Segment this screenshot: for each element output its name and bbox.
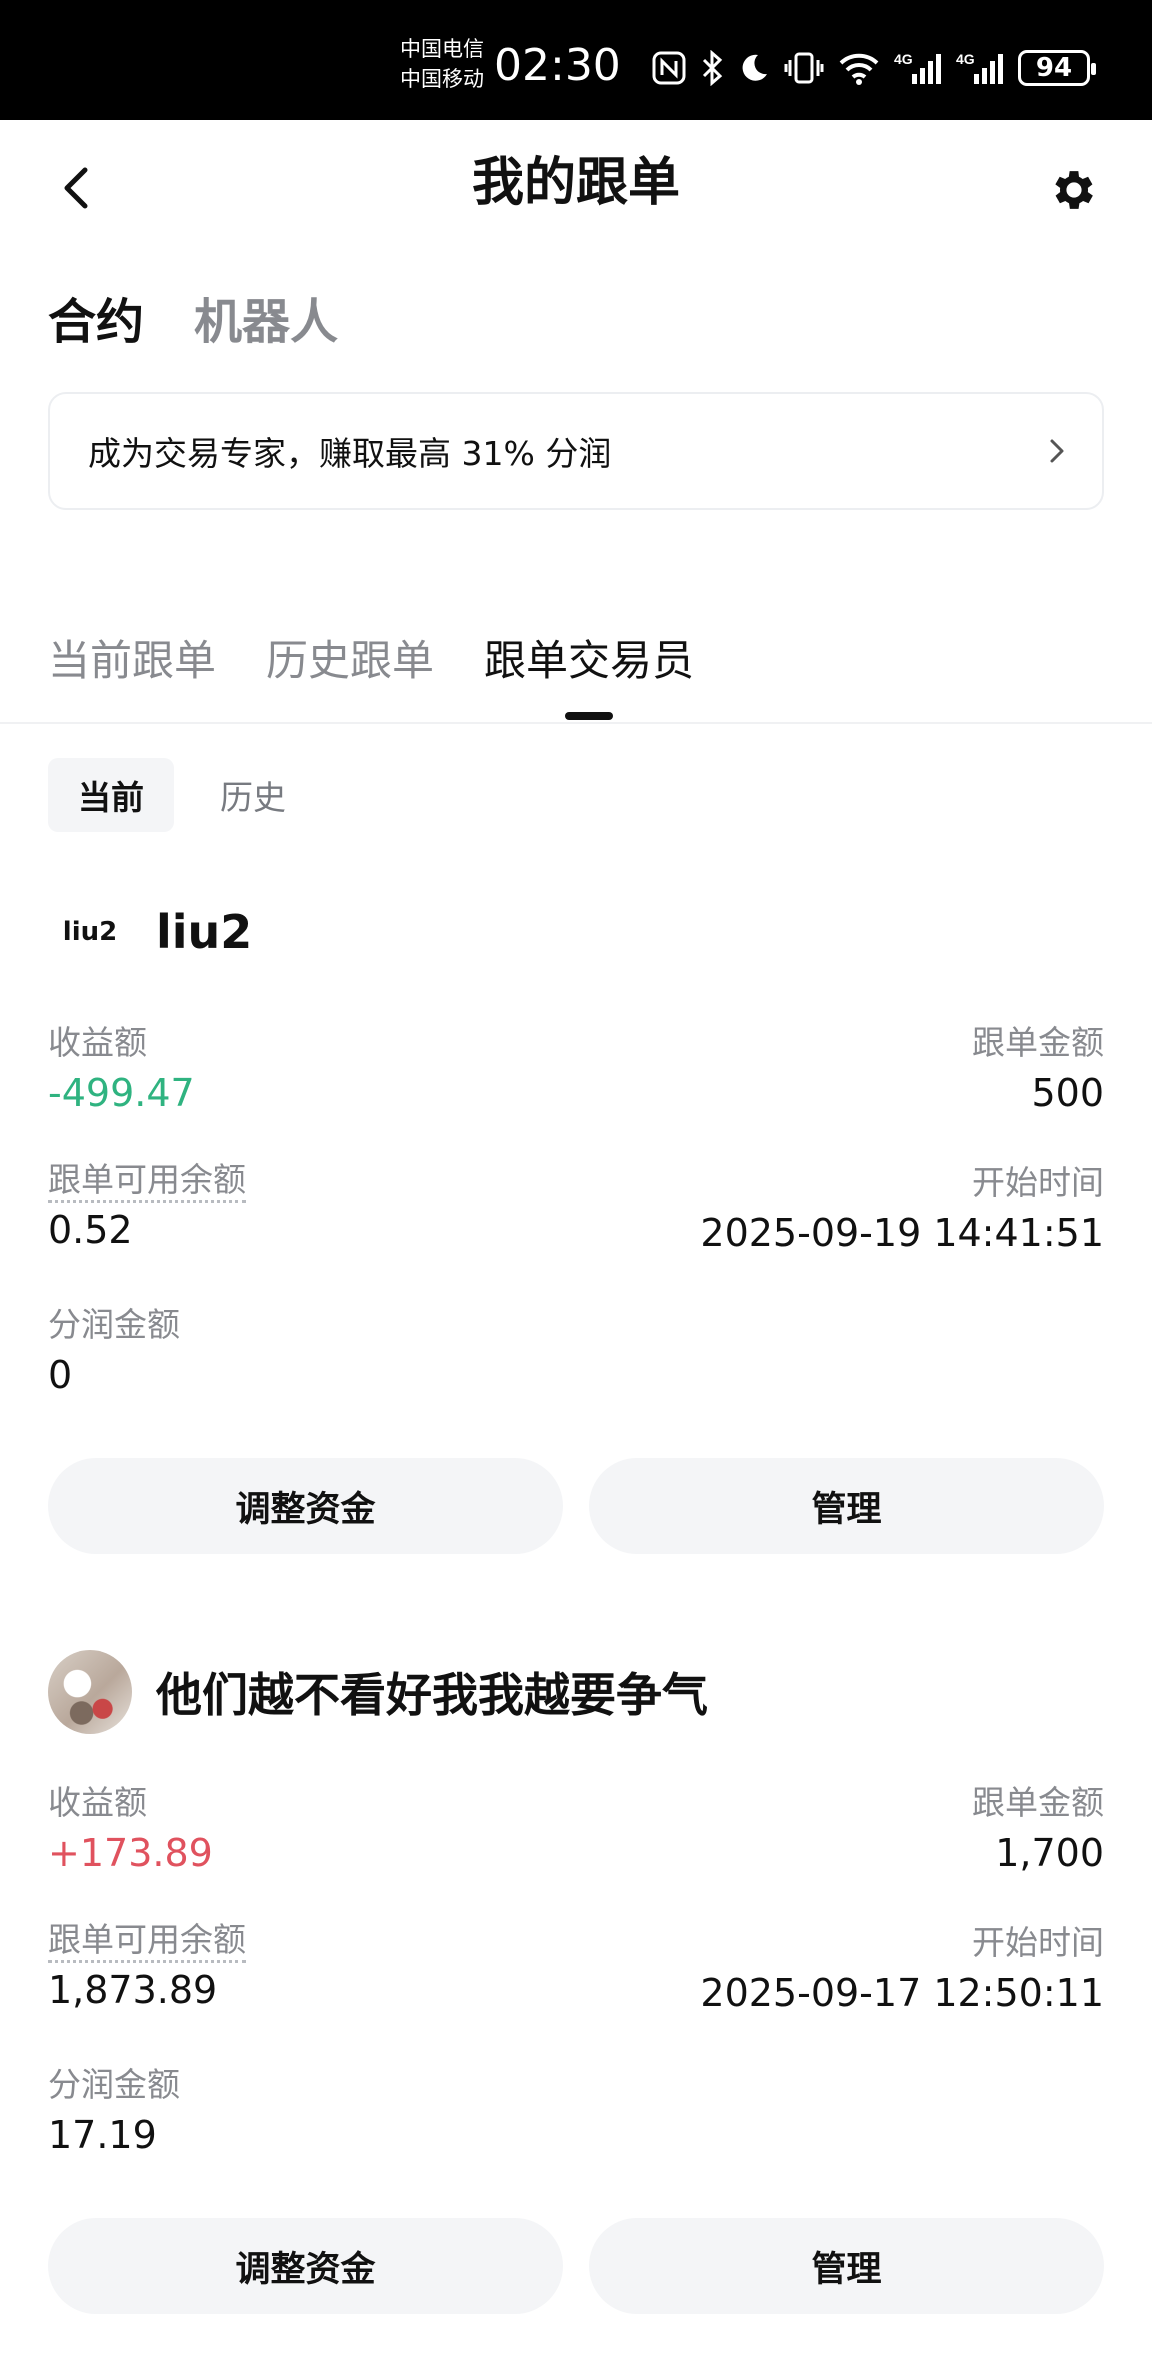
signal-2-icon: 4G: [956, 51, 1003, 84]
follow-amount-label: 跟单金额: [972, 1023, 1104, 1062]
trader-header[interactable]: liu2 liu2: [48, 888, 1104, 976]
row-share: 分润金额 17.19: [48, 2062, 1104, 2172]
header: 我的跟单: [0, 120, 1152, 256]
row-available: 跟单可用余额 0.52 开始时间 2025-09-19 14:41:51: [48, 1160, 1104, 1270]
available-value: 1,873.89: [48, 1968, 218, 2012]
nfc-icon: [652, 51, 686, 85]
avatar: liu2: [62, 917, 118, 947]
settings-button[interactable]: [1044, 160, 1104, 220]
tab-robot[interactable]: 机器人: [194, 290, 338, 354]
gear-icon: [1055, 171, 1093, 209]
profit-label: 收益额: [48, 1783, 147, 1822]
available-label[interactable]: 跟单可用余额: [48, 1160, 246, 1203]
tab-copy-traders-label: 跟单交易员: [484, 636, 695, 685]
profit-value: -499.47: [48, 1071, 195, 1115]
status-bar: 中国电信 中国移动 02:30 4G 4G 94: [0, 0, 1152, 120]
available-value: 0.52: [48, 1208, 133, 1252]
row-profit: 收益额 -499.47 跟单金额 500: [48, 1020, 1104, 1130]
profit-label: 收益额: [48, 1023, 147, 1062]
promo-banner[interactable]: 成为交易专家，赚取最高 31% 分润: [48, 392, 1104, 510]
trader-name: liu2: [156, 905, 253, 959]
tab-history-copy-label: 历史跟单: [266, 636, 435, 685]
active-tab-indicator: [565, 712, 614, 720]
bluetooth-icon: [702, 50, 723, 86]
available-label[interactable]: 跟单可用余额: [48, 1920, 246, 1963]
tab-history-copy[interactable]: 历史跟单: [266, 630, 434, 692]
page-title: 我的跟单: [471, 153, 680, 213]
follow-amount-label: 跟单金额: [972, 1783, 1104, 1822]
carrier-info: 中国电信 中国移动: [400, 34, 484, 94]
follow-amount-value: 1,700: [995, 1831, 1104, 1875]
share-label: 分润金额: [48, 1305, 180, 1344]
trader-card: 他们越不看好我我越要争气 收益额 +173.89 跟单金额 1,700 跟单可用…: [48, 1648, 1104, 2318]
signal-1-icon: 4G: [894, 51, 941, 84]
top-tabs: 合约 机器人: [48, 290, 338, 354]
follow-amount-value: 500: [1031, 1071, 1104, 1115]
card-actions: 调整资金 管理: [48, 2218, 1104, 2314]
battery-level: 94: [1035, 53, 1073, 83]
filter-chips: 当前 历史: [48, 758, 316, 832]
status-icons: 4G 4G 94: [652, 46, 1096, 90]
share-value: 0: [48, 1353, 73, 1397]
adjust-funds-button[interactable]: 调整资金: [48, 1458, 563, 1554]
sub-tabs: 当前跟单 历史跟单 跟单交易员: [48, 630, 695, 720]
manage-button[interactable]: 管理: [589, 1458, 1104, 1554]
network-1-label: 4G: [894, 51, 913, 67]
wifi-icon: [839, 53, 879, 85]
filter-current[interactable]: 当前: [48, 758, 174, 832]
tab-contract[interactable]: 合约: [48, 290, 144, 354]
row-available: 跟单可用余额 1,873.89 开始时间 2025-09-17 12:50:11: [48, 1920, 1104, 2030]
tab-current-copy-label: 当前跟单: [48, 636, 217, 685]
row-share: 分润金额 0: [48, 1302, 1104, 1412]
row-profit: 收益额 +173.89 跟单金额 1,700: [48, 1780, 1104, 1890]
avatar: [48, 1650, 132, 1734]
adjust-funds-button[interactable]: 调整资金: [48, 2218, 563, 2314]
chevron-right-icon: [1050, 439, 1064, 463]
start-time-label: 开始时间: [972, 1923, 1104, 1962]
carrier-2: 中国移动: [400, 67, 484, 91]
start-time-value: 2025-09-17 12:50:11: [700, 1971, 1104, 2015]
tab-current-copy[interactable]: 当前跟单: [48, 630, 216, 692]
manage-button[interactable]: 管理: [589, 2218, 1104, 2314]
status-time: 02:30: [494, 40, 621, 91]
start-time-label: 开始时间: [972, 1163, 1104, 1202]
trader-card: liu2 liu2 收益额 -499.47 跟单金额 500 跟单可用余额 0.…: [48, 888, 1104, 1558]
card-actions: 调整资金 管理: [48, 1458, 1104, 1554]
share-value: 17.19: [48, 2113, 157, 2157]
divider: [0, 722, 1152, 724]
tab-copy-traders[interactable]: 跟单交易员: [484, 630, 695, 720]
moon-icon: [742, 54, 767, 81]
share-label: 分润金额: [48, 2065, 180, 2104]
carrier-1: 中国电信: [400, 37, 484, 61]
filter-history[interactable]: 历史: [190, 758, 316, 832]
promo-text: 成为交易专家，赚取最高 31% 分润: [88, 434, 612, 473]
profit-value: +173.89: [48, 1831, 213, 1875]
trader-header[interactable]: 他们越不看好我我越要争气: [48, 1648, 1104, 1736]
network-2-label: 4G: [956, 51, 975, 67]
vibrate-icon: [784, 52, 824, 84]
start-time-value: 2025-09-19 14:41:51: [700, 1211, 1104, 1255]
battery-icon: 94: [1018, 50, 1096, 86]
trader-name: 他们越不看好我我越要争气: [156, 1668, 708, 1722]
